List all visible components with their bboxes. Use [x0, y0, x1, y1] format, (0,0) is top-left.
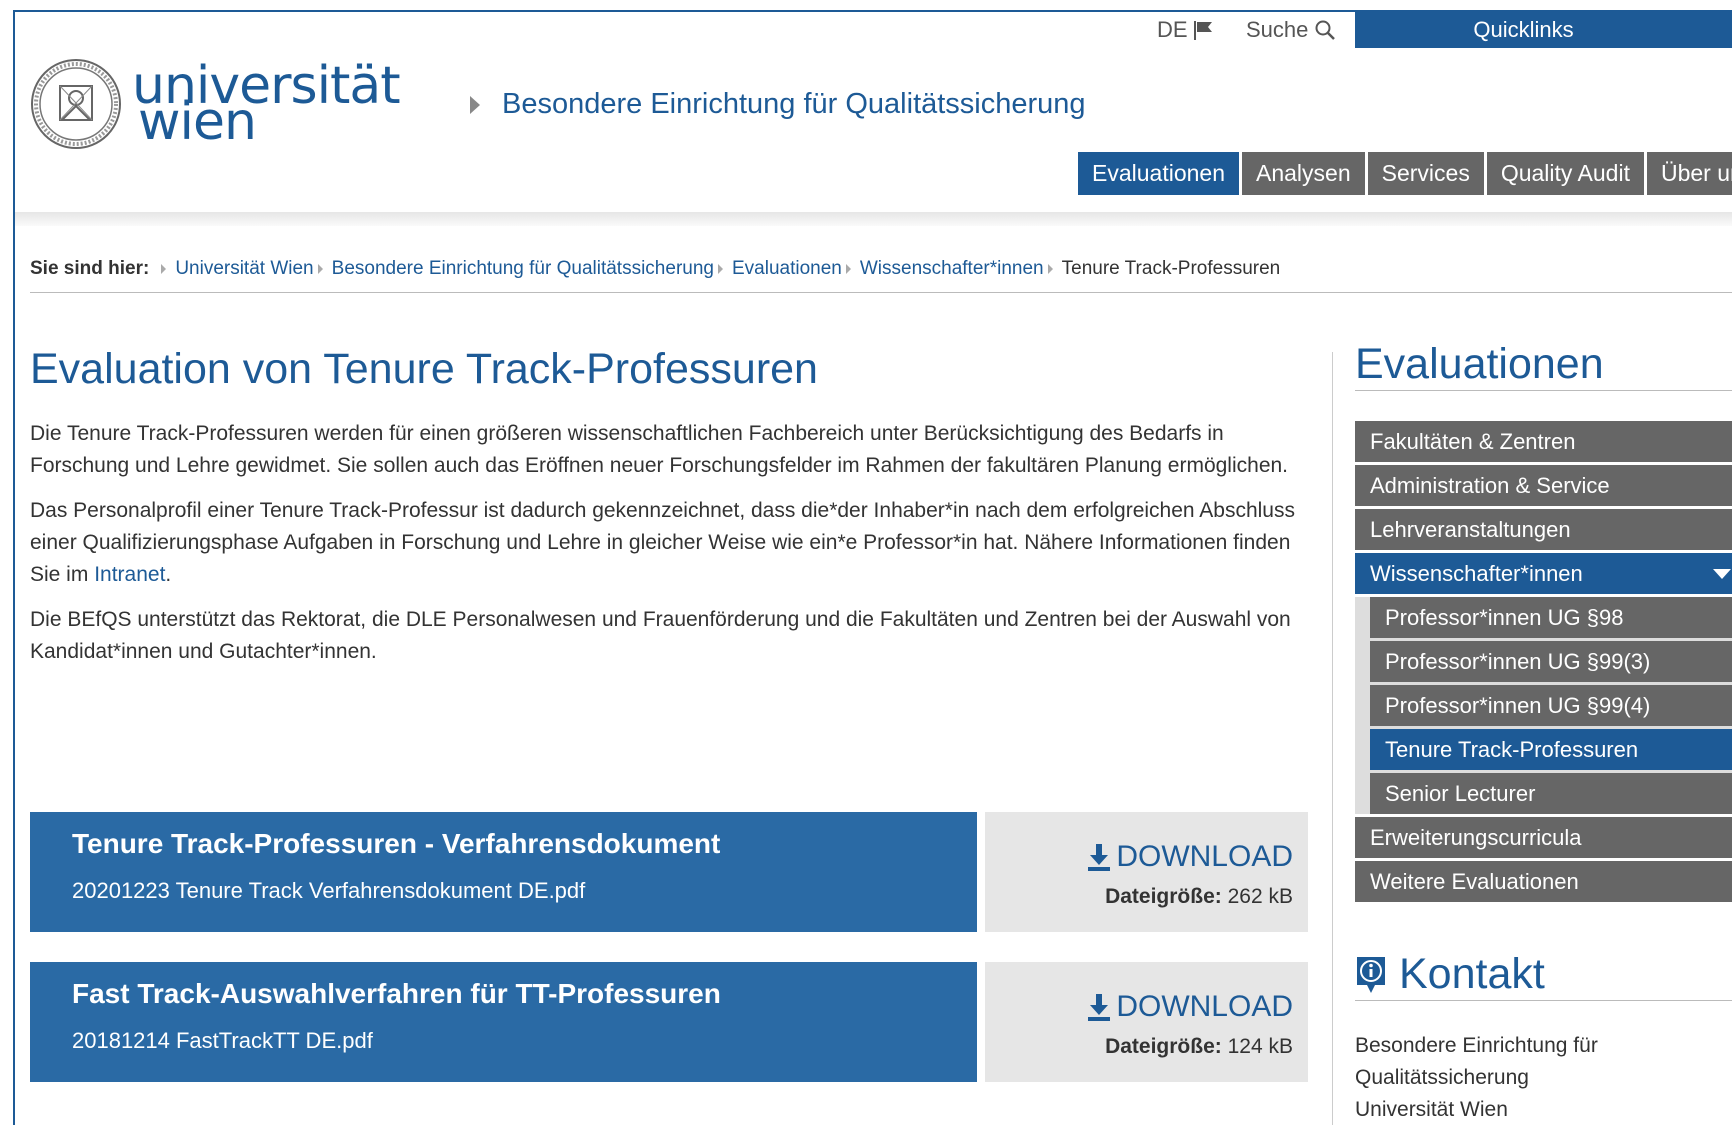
download-button[interactable]: DOWNLOAD: [1086, 990, 1293, 1024]
sidebar-item-professor-98[interactable]: Professor*innen UG §98: [1370, 597, 1732, 638]
nav-quality-audit[interactable]: Quality Audit: [1486, 152, 1644, 195]
download-panel: DOWNLOAD Dateigröße: 262 kB: [985, 812, 1308, 932]
paragraph-1: Die Tenure Track-Professuren werden für …: [30, 422, 1289, 477]
sidebar-item-professor-99-3[interactable]: Professor*innen UG §99(3): [1370, 641, 1732, 682]
sidebar-item-senior-lecturer[interactable]: Senior Lecturer: [1370, 773, 1732, 814]
nav-ueber-uns[interactable]: Über uns: [1646, 152, 1732, 195]
sidebar-item-fakultaeten[interactable]: Fakultäten & Zentren: [1355, 421, 1732, 462]
intro-text: Die Tenure Track-Professuren werden für …: [30, 418, 1315, 681]
sidebar-item-label: Wissenschafter*innen: [1370, 560, 1583, 586]
file-size-value: 262 kB: [1227, 885, 1293, 908]
file-size-label: Dateigröße:: [1105, 1035, 1222, 1058]
document-title: Fast Track-Auswahlverfahren für TT-Profe…: [72, 978, 721, 1009]
paragraph-3: Die BEfQS unterstützt das Rektorat, die …: [30, 608, 1291, 663]
sidebar-item-wissenschafter[interactable]: Wissenschafter*innen: [1355, 553, 1732, 594]
kontakt-title: Kontakt: [1399, 950, 1545, 998]
triangle-right-icon: [470, 95, 480, 114]
nav-services[interactable]: Services: [1367, 152, 1484, 195]
file-size: Dateigröße: 124 kB: [1105, 1035, 1293, 1059]
search-button[interactable]: Suche: [1246, 17, 1336, 43]
paragraph-2-end: .: [165, 563, 172, 586]
document-info[interactable]: Fast Track-Auswahlverfahren für TT-Profe…: [30, 962, 977, 1082]
breadcrumb-link-universitaet[interactable]: Universität Wien: [175, 258, 313, 280]
sidebar-item-professor-99-4[interactable]: Professor*innen UG §99(4): [1370, 685, 1732, 726]
breadcrumb-current: Tenure Track-Professuren: [1061, 258, 1281, 279]
search-icon: [1315, 20, 1336, 40]
breadcrumb-separator-icon: [1047, 264, 1053, 274]
file-size-label: Dateigröße:: [1105, 885, 1222, 908]
quicklinks-button[interactable]: Quicklinks: [1355, 12, 1732, 48]
address-line: Universität Wien: [1355, 1098, 1508, 1121]
university-logo[interactable]: universität wien: [30, 58, 401, 150]
breadcrumb-separator-icon: [317, 264, 323, 274]
file-size: Dateigröße: 262 kB: [1105, 885, 1293, 909]
download-button[interactable]: DOWNLOAD: [1086, 840, 1293, 874]
header-shadow: [15, 212, 1732, 226]
language-switch[interactable]: DE: [1157, 17, 1216, 43]
caret-down-icon: [1713, 569, 1731, 579]
breadcrumb-separator-icon: [717, 264, 723, 274]
sidebar-item-tenure-track[interactable]: Tenure Track-Professuren: [1370, 729, 1732, 770]
contact-address: Besondere Einrichtung für Qualitätssiche…: [1355, 1030, 1598, 1126]
column-divider: [1332, 352, 1333, 1125]
sidebar-item-administration[interactable]: Administration & Service: [1355, 465, 1732, 506]
page-title: Evaluation von Tenure Track-Professuren: [30, 345, 818, 393]
download-label: DOWNLOAD: [1116, 840, 1293, 873]
sidebar-subitems: Professor*innen UG §98 Professor*innen U…: [1355, 597, 1732, 814]
document-filename: 20201223 Tenure Track Verfahrensdokument…: [72, 878, 586, 903]
address-line: Besondere Einrichtung für: [1355, 1034, 1598, 1057]
download-panel: DOWNLOAD Dateigröße: 124 kB: [985, 962, 1308, 1082]
sidebar-divider: [1355, 390, 1732, 391]
intranet-link[interactable]: Intranet: [94, 563, 165, 586]
paragraph-2: Das Personalprofil einer Tenure Track-Pr…: [30, 495, 1315, 591]
university-seal-icon: [31, 59, 121, 149]
department-name: Besondere Einrichtung für Qualitätssiche…: [502, 88, 1086, 120]
document-info[interactable]: Tenure Track-Professuren - Verfahrensdok…: [30, 812, 977, 932]
sidebar-title: Evaluationen: [1355, 340, 1604, 388]
download-box: Tenure Track-Professuren - Verfahrensdok…: [30, 812, 1308, 932]
sidebar-navigation: Fakultäten & Zentren Administration & Se…: [1355, 421, 1732, 905]
sidebar-item-lehrveranstaltungen[interactable]: Lehrveranstaltungen: [1355, 509, 1732, 550]
search-label: Suche: [1246, 17, 1309, 42]
breadcrumb-separator-icon: [845, 264, 851, 274]
download-label: DOWNLOAD: [1116, 990, 1293, 1023]
address-line: Qualitätssicherung: [1355, 1066, 1529, 1089]
breadcrumb: Sie sind hier: Universität Wien Besonder…: [30, 258, 1280, 280]
breadcrumb-lead: Sie sind hier:: [30, 258, 150, 279]
document-filename: 20181214 FastTrackTT DE.pdf: [72, 1028, 373, 1053]
file-size-value: 124 kB: [1227, 1035, 1293, 1058]
breadcrumb-link-evaluationen[interactable]: Evaluationen: [732, 258, 842, 280]
flag-icon: [1193, 21, 1212, 40]
kontakt-heading: Kontakt: [1355, 950, 1545, 999]
department-link[interactable]: Besondere Einrichtung für Qualitätssiche…: [470, 88, 1086, 121]
kontakt-divider: [1355, 1000, 1732, 1001]
breadcrumb-divider: [30, 292, 1732, 293]
download-icon: [1088, 844, 1111, 871]
main-navigation: Evaluationen Analysen Services Quality A…: [1078, 152, 1732, 195]
info-icon: [1357, 956, 1385, 993]
paragraph-2-text: Das Personalprofil einer Tenure Track-Pr…: [30, 499, 1295, 586]
breadcrumb-link-wissenschafter[interactable]: Wissenschafter*innen: [860, 258, 1044, 280]
document-title: Tenure Track-Professuren - Verfahrensdok…: [72, 828, 721, 859]
breadcrumb-link-department[interactable]: Besondere Einrichtung für Qualitätssiche…: [332, 258, 714, 280]
sidebar-item-erweiterungscurricula[interactable]: Erweiterungscurricula: [1355, 817, 1732, 858]
sidebar-item-weitere[interactable]: Weitere Evaluationen: [1355, 861, 1732, 902]
nav-analysen[interactable]: Analysen: [1242, 152, 1365, 195]
breadcrumb-separator-icon: [161, 264, 167, 274]
language-label: DE: [1157, 17, 1188, 42]
nav-evaluationen[interactable]: Evaluationen: [1078, 152, 1239, 195]
download-box: Fast Track-Auswahlverfahren für TT-Profe…: [30, 962, 1308, 1082]
download-icon: [1088, 994, 1111, 1021]
